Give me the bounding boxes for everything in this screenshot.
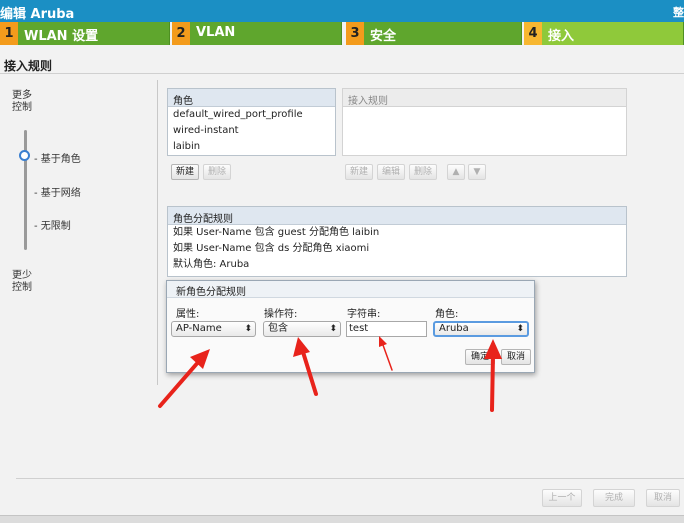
more-label-line2: 控制 [12,102,32,113]
string-value: test [349,323,369,334]
footer-divider [16,478,684,479]
slider-handle[interactable] [19,150,30,161]
less-control-label: 更少 控制 [12,270,32,294]
arrow-down-icon[interactable]: ▼ [468,164,486,180]
previous-button[interactable]: 上一个 [542,489,582,507]
delete-role-button[interactable]: 删除 [203,164,231,180]
table-row[interactable]: 默认角色: Aruba [168,257,626,273]
list-item[interactable]: laibin [168,139,335,155]
new-role-button[interactable]: 新建 [171,164,199,180]
step-access[interactable]: 4 接入 [524,22,684,45]
select-arrows-icon: ⬍ [329,324,337,334]
string-input[interactable]: test [346,321,427,337]
less-label-line1: 更少 [12,270,32,281]
wizard-steps: 1 WLAN 设置 2 VLAN 3 安全 4 接入 [0,22,684,45]
role-label: 角色: [435,309,459,320]
step-label: 接入 [548,29,575,44]
step-vlan[interactable]: 2 VLAN [172,22,342,45]
string-label: 字符串: [347,309,381,320]
table-row[interactable]: 如果 User-Name 包含 ds 分配角色 xiaomi [168,241,626,257]
step-number: 3 [346,22,364,45]
access-rules-panel: 接入规则 [342,88,627,156]
role-select[interactable]: Aruba ⬍ [433,321,529,337]
control-level-slider[interactable] [24,130,27,250]
cancel-wizard-button[interactable]: 取消 [646,489,680,507]
window-title: 编辑 Aruba [0,7,75,22]
roles-header: 角色 [168,89,335,107]
access-rules-header: 接入规则 [343,89,626,107]
window-title-right: 整 [673,6,684,19]
divider [0,73,684,74]
more-label-line1: 更多 [12,90,32,101]
cancel-button[interactable]: 取消 [501,349,531,365]
attribute-label: 属性: [176,309,200,320]
ok-button[interactable]: 确定 [465,349,495,365]
role-assignment-header: 角色分配规则 [168,207,626,225]
list-item[interactable]: wired-instant [168,123,335,139]
table-row[interactable]: 如果 User-Name 包含 guest 分配角色 laibin [168,225,626,241]
option-role-based[interactable]: - 基于角色 [34,150,81,165]
step-label: WLAN 设置 [24,29,99,44]
list-item[interactable]: default_wired_port_profile [168,107,335,123]
step-number: 4 [524,22,542,45]
attribute-select[interactable]: AP-Name ⬍ [171,321,256,337]
option-unrestricted[interactable]: - 无限制 [34,217,71,232]
role-value: Aruba [439,323,469,334]
bottom-scrollbar[interactable] [0,515,684,523]
attribute-value: AP-Name [176,323,222,334]
step-label: 安全 [370,29,397,44]
more-control-label: 更多 控制 [12,90,32,114]
new-role-assignment-dialog: 新角色分配规则 属性: 操作符: 字符串: 角色: AP-Name ⬍ 包含 ⬍… [166,280,535,373]
step-wlan-settings[interactable]: 1 WLAN 设置 [0,22,170,45]
option-network-based[interactable]: - 基于网络 [34,184,81,199]
arrow-up-icon[interactable]: ▲ [447,164,465,180]
window-titlebar: 编辑 Aruba 整 [0,0,684,22]
role-assignment-panel: 角色分配规则 如果 User-Name 包含 guest 分配角色 laibin… [167,206,627,277]
less-label-line2: 控制 [12,282,32,293]
content-divider [157,80,158,385]
step-number: 2 [172,22,190,45]
operator-label: 操作符: [264,309,298,320]
operator-value: 包含 [268,323,288,334]
section-title: 接入规则 [4,59,53,73]
new-rule-button[interactable]: 新建 [345,164,373,180]
step-security[interactable]: 3 安全 [346,22,522,45]
operator-select[interactable]: 包含 ⬍ [263,321,341,337]
select-arrows-icon: ⬍ [244,324,252,334]
roles-panel: 角色 default_wired_port_profile wired-inst… [167,88,336,156]
step-number: 1 [0,22,18,45]
edit-rule-button[interactable]: 编辑 [377,164,405,180]
delete-rule-button[interactable]: 删除 [409,164,437,180]
select-arrows-icon: ⬍ [516,324,524,334]
dialog-title: 新角色分配规则 [167,281,534,298]
step-label: VLAN [196,25,236,40]
finish-button[interactable]: 完成 [593,489,635,507]
